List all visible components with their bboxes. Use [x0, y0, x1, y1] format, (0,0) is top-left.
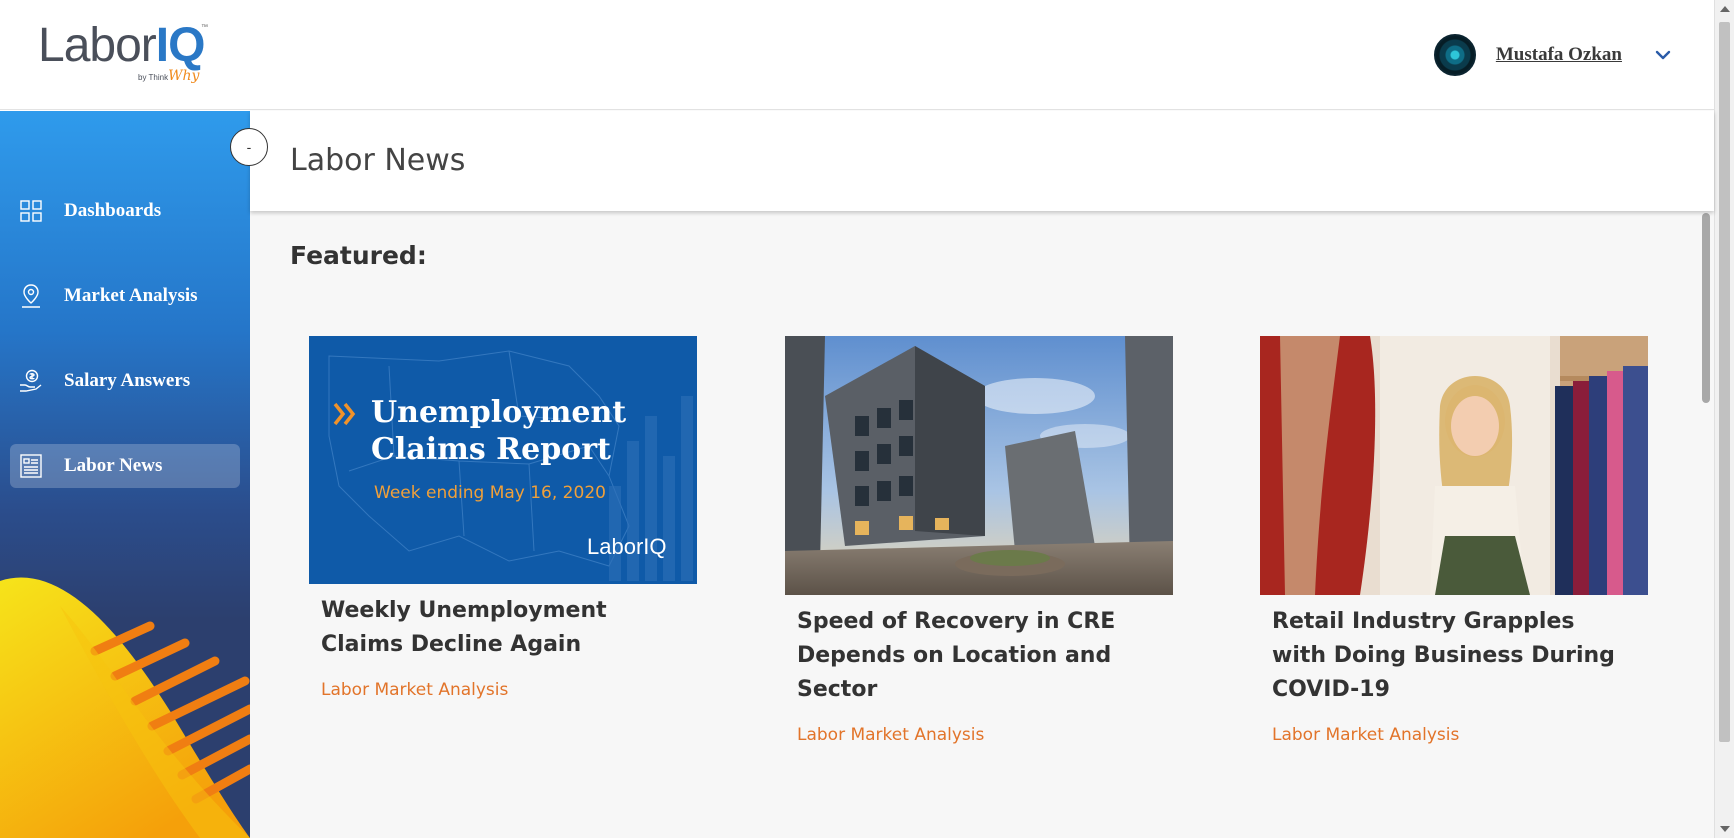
logo-byline: by ThinkWhy	[138, 68, 200, 84]
image-logo: LaborIQ	[587, 534, 667, 559]
featured-heading: Featured:	[290, 241, 427, 270]
sidebar-item-market-analysis[interactable]: Market Analysis	[10, 274, 240, 318]
sidebar-item-salary-answers[interactable]: Salary Answers	[10, 359, 240, 403]
card-title[interactable]: Weekly Unemployment Claims Decline Again	[309, 584, 697, 662]
logo-iq-text: IQ	[155, 19, 206, 72]
page-title: Labor News	[290, 143, 466, 178]
card-title[interactable]: Speed of Recovery in CRE Depends on Loca…	[785, 595, 1173, 707]
card-image[interactable]	[1260, 336, 1648, 595]
sidebar-nav: Dashboards Market Analysis Salary Answer…	[10, 189, 240, 529]
sidebar: Dashboards Market Analysis Salary Answer…	[0, 111, 250, 838]
chevron-down-icon[interactable]	[1652, 44, 1674, 66]
content-scrollbar-thumb[interactable]	[1702, 213, 1710, 403]
image-subheading: Week ending May 16, 2020	[374, 483, 606, 503]
sidebar-item-dashboards[interactable]: Dashboards	[10, 189, 240, 233]
news-card[interactable]: Unemployment Claims Report Week ending M…	[309, 336, 697, 700]
card-image[interactable]	[785, 336, 1173, 595]
main-content: Featured: Unemployment Claims Report Wee…	[250, 211, 1714, 838]
sidebar-item-label: Labor News	[64, 455, 163, 476]
scrollbar-thumb[interactable]	[1719, 22, 1730, 742]
map-pin-icon	[18, 283, 44, 309]
sidebar-decoration	[0, 577, 250, 838]
logo-trademark: ™	[201, 24, 208, 31]
news-card[interactable]: Retail Industry Grapples with Doing Busi…	[1260, 336, 1648, 745]
page-title-bar: Labor News	[250, 111, 1714, 211]
card-title[interactable]: Retail Industry Grapples with Doing Busi…	[1260, 595, 1648, 707]
avatar[interactable]	[1433, 34, 1476, 76]
sidebar-item-labor-news[interactable]: Labor News	[10, 444, 240, 488]
user-name-link[interactable]: Mustafa Ozkan	[1496, 44, 1622, 66]
sidebar-item-label: Salary Answers	[64, 370, 191, 391]
laboriq-logo[interactable]: LaborIQ ™ by ThinkWhy	[38, 22, 218, 92]
money-hand-icon	[18, 368, 44, 394]
top-header: LaborIQ ™ by ThinkWhy Mustafa Ozkan	[0, 0, 1714, 110]
scroll-down-icon[interactable]	[1720, 826, 1730, 832]
user-menu[interactable]: Mustafa Ozkan	[1433, 34, 1674, 76]
image-heading-line1: Unemployment	[371, 395, 627, 430]
retail-photo	[1260, 336, 1648, 595]
scroll-up-icon[interactable]	[1720, 6, 1730, 12]
card-image[interactable]: Unemployment Claims Report Week ending M…	[309, 336, 697, 584]
sidebar-collapse-button[interactable]: -	[230, 128, 268, 166]
building-photo	[785, 336, 1173, 595]
sidebar-item-label: Market Analysis	[64, 285, 198, 306]
card-category[interactable]: Labor Market Analysis	[1260, 707, 1648, 745]
newspaper-icon	[18, 453, 44, 479]
image-heading-line2: Claims Report	[371, 432, 611, 467]
news-card[interactable]: Speed of Recovery in CRE Depends on Loca…	[785, 336, 1173, 745]
dashboard-grid-icon	[18, 198, 44, 224]
logo-labor-text: Labor	[38, 19, 157, 72]
card-category[interactable]: Labor Market Analysis	[309, 662, 697, 700]
sidebar-item-label: Dashboards	[64, 200, 162, 221]
window-scrollbar[interactable]	[1714, 0, 1734, 838]
card-category[interactable]: Labor Market Analysis	[785, 707, 1173, 745]
